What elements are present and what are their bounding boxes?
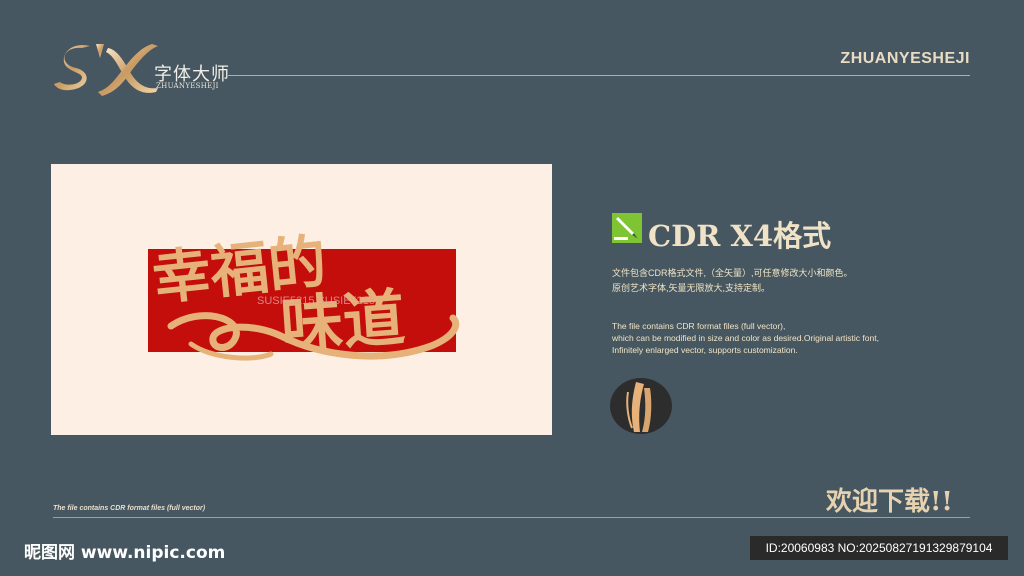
brand-logo-icon — [54, 44, 158, 96]
artwork-line2: 味道 — [278, 281, 407, 362]
header-right-text: ZHUANYESHEJI — [840, 50, 970, 67]
description-en-line: The file contains CDR format files (full… — [612, 321, 786, 331]
footer-note: The file contains CDR format files (full… — [53, 505, 206, 512]
header-divider — [228, 75, 970, 76]
brand-name-en: ZHUANYESHEJI — [156, 82, 219, 90]
footer-divider — [53, 517, 970, 518]
welcome-text: 欢迎下载!! — [826, 487, 953, 517]
site-logo[interactable]: 昵图网 www.nipic.com — [24, 538, 225, 563]
corel-draw-icon — [612, 213, 642, 243]
description-en-line: which can be modified in size and color … — [612, 333, 879, 343]
artwork-preview-panel: 幸福的 味道 SUSIE5215 SUSIE5215 — [51, 164, 552, 435]
calligraphy-artwork: 幸福的 味道 SUSIE5215 SUSIE5215 — [149, 227, 460, 362]
image-id-label: ID:20060983 NO:20250827191329879104 — [750, 536, 1008, 560]
artwork-watermark: SUSIE5215 SUSIE5215 — [257, 295, 375, 307]
description-cn: 文件包含CDR格式文件,（全矢量）,可任意修改大小和颜色。 原创艺术字体,矢量无… — [612, 266, 853, 296]
description-cn-line: 原创艺术字体,矢量无限放大,支持定制。 — [612, 283, 771, 293]
description-cn-line: 文件包含CDR格式文件,（全矢量）,可任意修改大小和颜色。 — [612, 268, 853, 278]
description-en-line: Infinitely enlarged vector, supports cus… — [612, 345, 798, 355]
format-title: CDR X4格式 — [648, 219, 832, 253]
description-en: The file contains CDR format files (full… — [612, 320, 879, 356]
brush-stroke-icon — [610, 378, 672, 434]
